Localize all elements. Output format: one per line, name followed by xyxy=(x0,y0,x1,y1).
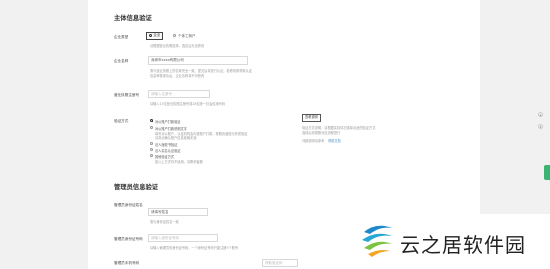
feedback-side-tab[interactable] xyxy=(544,165,550,180)
section-title-admin: 管理员信息验证 xyxy=(114,184,159,191)
radio-selected-icon xyxy=(149,33,153,37)
side-note-3: 详细说明请参考 xyxy=(302,139,325,143)
license-code-label: 营业执照注册号 xyxy=(114,93,140,97)
get-code-button[interactable]: 获取验证码 xyxy=(262,259,298,267)
float-tool-icon-2[interactable]: ▾ xyxy=(538,124,543,129)
side-note-2: 选择后将按照对应流程进行 xyxy=(302,131,341,135)
type-option-enterprise-label: 企业 xyxy=(153,33,161,38)
admin-name-hint: 需与身份证姓名一致 xyxy=(150,220,179,224)
verify-desc-2: 请务必确认账户信息准确无误 xyxy=(155,136,197,140)
verify-desc-5: 如以上方式均不适用，请联系客服 xyxy=(155,159,203,164)
admin-phone-label: 管理员手机号码 xyxy=(114,261,140,265)
admin-id-hint: 请输入管理员的身份证号码，一个身份证号码只能注册5个账号 xyxy=(150,246,239,250)
type-option-individual-label: 个体工商户 xyxy=(178,34,196,38)
admin-name-input[interactable]: 请填写姓名 xyxy=(148,208,208,216)
type-hint: 请根据营业执照选择，选定后无法修改 xyxy=(150,44,205,48)
verify-option-3: 法人授权书验证 xyxy=(155,143,178,147)
license-code-input[interactable]: 请输入注册号 xyxy=(148,90,210,98)
admin-id-label: 管理员身份证号码 xyxy=(114,237,143,241)
view-explanation-badge[interactable]: 查看说明 xyxy=(302,114,321,122)
float-tool-icon[interactable]: ▴ xyxy=(538,112,543,117)
verify-option-1: 对公账户打款验证 xyxy=(155,120,181,124)
admin-name-label: 管理员身份证姓名 xyxy=(114,203,143,207)
verify-method-label: 验证方式 xyxy=(114,119,129,123)
watermark-logo-icon xyxy=(362,225,392,257)
verify-option-4: 法人实名认证验证 xyxy=(155,149,181,153)
name-hint-2: 信息审核成功后，企业名称将不可修改 xyxy=(150,74,205,78)
enterprise-type-label: 企业类型 xyxy=(114,35,129,39)
type-option-enterprise[interactable]: 企业 xyxy=(146,32,164,40)
left-gutter xyxy=(0,0,88,269)
help-doc-link[interactable]: 帮助文档 xyxy=(328,138,341,143)
code-hint: 请输入15位营业执照注册号或18位统一社会信用代码 xyxy=(150,102,226,106)
admin-id-input[interactable]: 请输入身份证号码 xyxy=(148,234,218,242)
enterprise-name-label: 企业名称 xyxy=(114,59,129,63)
section-title-subject: 主体信息验证 xyxy=(114,15,152,22)
enterprise-name-input[interactable]: 深圳市xxxx有限公司 xyxy=(148,56,248,65)
watermark-text: 云之居软件园 xyxy=(400,233,526,257)
